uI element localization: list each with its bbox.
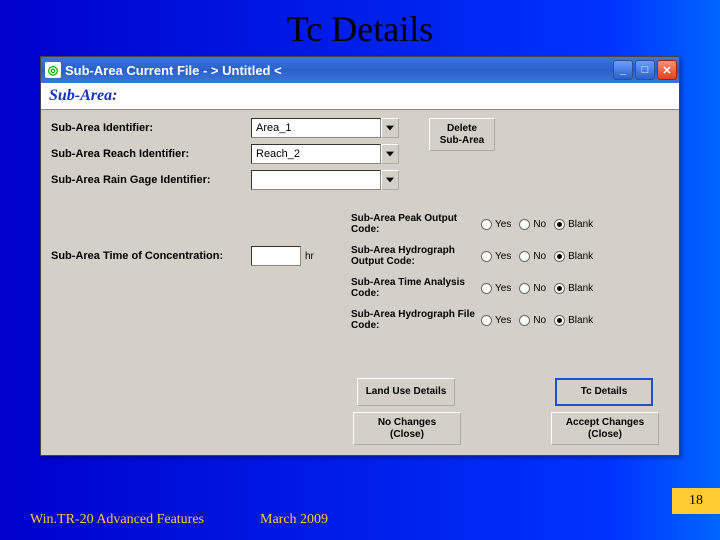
file-no[interactable]: No: [519, 315, 546, 326]
land-use-details-button[interactable]: Land Use Details: [357, 378, 455, 406]
rain-combo[interactable]: [251, 170, 399, 190]
reach-input[interactable]: [251, 144, 381, 164]
hydro-no[interactable]: No: [519, 251, 546, 262]
hydrograph-output-row: Sub-Area Hydrograph Output Code: Yes No …: [351, 240, 669, 272]
radio-label-blank: Blank: [568, 315, 593, 326]
minimize-button[interactable]: _: [613, 60, 633, 80]
peak-blank[interactable]: Blank: [554, 219, 593, 230]
maximize-button[interactable]: □: [635, 60, 655, 80]
button-row-1: Land Use Details Tc Details: [51, 378, 669, 406]
radio-label-yes: Yes: [495, 283, 511, 294]
delete-sub-area-button[interactable]: Delete Sub-Area: [429, 118, 495, 151]
footer-center: March 2009: [260, 512, 328, 528]
reach-combo[interactable]: [251, 144, 399, 164]
sub-header-text: Sub-Area:: [49, 87, 117, 104]
accept-changes-close-button[interactable]: Accept Changes (Close): [551, 412, 659, 445]
codes-panel: Sub-Area Peak Output Code: Yes No Blank …: [351, 208, 669, 336]
time-blank[interactable]: Blank: [554, 283, 593, 294]
hydro-yes[interactable]: Yes: [481, 251, 511, 262]
chevron-down-icon: [386, 177, 394, 183]
rain-row: Sub-Area Rain Gage Identifier:: [51, 170, 669, 190]
slide-number: 18: [672, 488, 720, 514]
peak-yes[interactable]: Yes: [481, 219, 511, 230]
toc-input[interactable]: [251, 246, 301, 266]
close-button[interactable]: ✕: [657, 60, 677, 80]
time-analysis-row: Sub-Area Time Analysis Code: Yes No Blan…: [351, 272, 669, 304]
radio-label-no: No: [533, 315, 546, 326]
reach-dropdown-button[interactable]: [381, 144, 399, 164]
radio-label-no: No: [533, 219, 546, 230]
radio-label-no: No: [533, 251, 546, 262]
footer-left: Win.TR-20 Advanced Features: [30, 512, 204, 528]
identifier-combo[interactable]: [251, 118, 399, 138]
window-controls: _ □ ✕: [613, 60, 677, 80]
reach-label: Sub-Area Reach Identifier:: [51, 148, 251, 160]
peak-output-label: Sub-Area Peak Output Code:: [351, 213, 481, 235]
radio-label-yes: Yes: [495, 315, 511, 326]
rain-label: Sub-Area Rain Gage Identifier:: [51, 174, 251, 186]
radio-label-blank: Blank: [568, 219, 593, 230]
radio-label-blank: Blank: [568, 283, 593, 294]
time-no[interactable]: No: [519, 283, 546, 294]
window-title: Sub-Area Current File - > Untitled <: [65, 63, 609, 78]
radio-label-no: No: [533, 283, 546, 294]
reach-row: Sub-Area Reach Identifier:: [51, 144, 669, 164]
peak-output-radios: Yes No Blank: [481, 219, 593, 230]
hydro-blank[interactable]: Blank: [554, 251, 593, 262]
rain-input[interactable]: [251, 170, 381, 190]
rain-dropdown-button[interactable]: [381, 170, 399, 190]
tc-details-button[interactable]: Tc Details: [555, 378, 653, 406]
time-yes[interactable]: Yes: [481, 283, 511, 294]
no-changes-close-button[interactable]: No Changes (Close): [353, 412, 461, 445]
file-blank[interactable]: Blank: [554, 315, 593, 326]
hydrograph-file-radios: Yes No Blank: [481, 315, 593, 326]
time-analysis-radios: Yes No Blank: [481, 283, 593, 294]
peak-output-row: Sub-Area Peak Output Code: Yes No Blank: [351, 208, 669, 240]
toc-unit: hr: [305, 251, 314, 262]
peak-no[interactable]: No: [519, 219, 546, 230]
radio-label-blank: Blank: [568, 251, 593, 262]
identifier-input[interactable]: [251, 118, 381, 138]
time-analysis-label: Sub-Area Time Analysis Code:: [351, 277, 481, 299]
chevron-down-icon: [386, 151, 394, 157]
identifier-row: Sub-Area Identifier:: [51, 118, 669, 138]
sub-area-window: ◎ Sub-Area Current File - > Untitled < _…: [40, 56, 680, 456]
radio-label-yes: Yes: [495, 219, 511, 230]
titlebar: ◎ Sub-Area Current File - > Untitled < _…: [41, 57, 679, 83]
file-yes[interactable]: Yes: [481, 315, 511, 326]
toc-label: Sub-Area Time of Concentration:: [51, 250, 251, 262]
hydrograph-file-label: Sub-Area Hydrograph File Code:: [351, 309, 481, 331]
form-area: Sub-Area Identifier: Sub-Area Reach Iden…: [41, 110, 679, 455]
hydrograph-output-label: Sub-Area Hydrograph Output Code:: [351, 245, 481, 267]
hydrograph-output-radios: Yes No Blank: [481, 251, 593, 262]
chevron-down-icon: [386, 125, 394, 131]
app-icon: ◎: [45, 62, 61, 78]
identifier-dropdown-button[interactable]: [381, 118, 399, 138]
hydrograph-file-row: Sub-Area Hydrograph File Code: Yes No Bl…: [351, 304, 669, 336]
slide-title: Tc Details: [0, 0, 720, 56]
sub-header: Sub-Area:: [41, 83, 679, 110]
radio-label-yes: Yes: [495, 251, 511, 262]
button-row-2: No Changes (Close) Accept Changes (Close…: [51, 412, 669, 445]
identifier-label: Sub-Area Identifier:: [51, 122, 251, 134]
